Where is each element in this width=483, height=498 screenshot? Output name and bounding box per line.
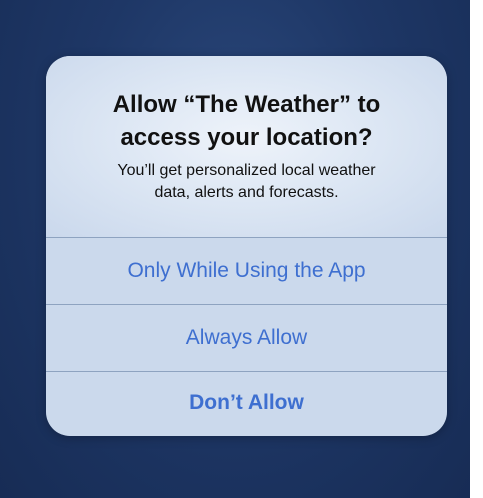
always-allow-button[interactable]: Always Allow [46, 305, 447, 371]
only-while-using-button[interactable]: Only While Using the App [46, 238, 447, 304]
alert-title-line-1: Allow “The Weather” to [112, 91, 381, 118]
alert-message-line-2: data, alerts and forecasts. [154, 184, 339, 201]
screen-background: Allow “The Weather” to access your locat… [0, 0, 470, 498]
dont-allow-button[interactable]: Don’t Allow [46, 370, 447, 436]
alert-header: Allow “The Weather” to access your locat… [46, 56, 447, 237]
alert-title-line-2: access your location? [120, 124, 373, 151]
alert-title: Allow “The Weather” to access your locat… [46, 56, 447, 154]
alert-message-line-1: You’ll get personalized local weather [117, 162, 376, 179]
location-permission-alert: Allow “The Weather” to access your locat… [46, 56, 447, 436]
alert-message: You’ll get personalized local weather da… [46, 160, 447, 204]
